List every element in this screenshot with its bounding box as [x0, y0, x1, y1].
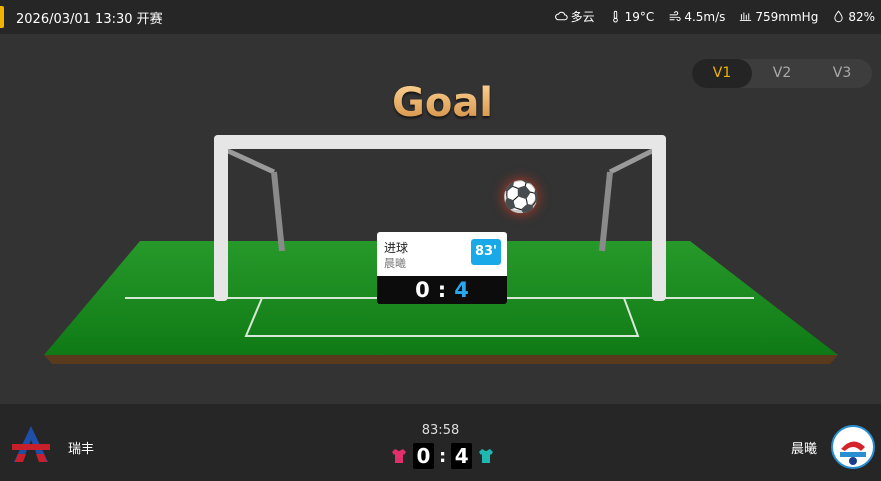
version-v3-button[interactable]: V3	[812, 59, 872, 88]
home-team-name: 瑞丰	[68, 442, 95, 457]
goal-title: Goal	[392, 80, 494, 126]
right-back-post	[599, 171, 613, 252]
score-separator: :	[439, 445, 447, 467]
left-back-post	[271, 171, 285, 252]
crossbar	[214, 135, 666, 149]
pitch-edge	[44, 355, 838, 364]
away-team-logo	[831, 425, 875, 469]
event-score-separator: :	[437, 278, 447, 302]
event-team: 晨曦	[384, 257, 406, 270]
right-back-stay	[608, 147, 656, 175]
event-away-score: 4	[454, 278, 469, 302]
home-score: 0	[413, 443, 434, 469]
soccer-ball-icon: ⚽	[502, 180, 540, 215]
away-jersey-icon	[477, 447, 495, 465]
home-jersey-icon	[390, 447, 408, 465]
version-switch: V1 V2 V3	[692, 59, 872, 88]
event-score: 0 : 4	[377, 276, 507, 304]
event-card-header: 进球 晨曦 83'	[377, 232, 507, 276]
goal-event-card: 进球 晨曦 83' 0 : 4	[377, 232, 507, 304]
match-clock: 83:58	[421, 423, 460, 438]
away-team-name: 晨曦	[790, 442, 817, 457]
event-label: 进球	[384, 241, 409, 255]
version-v2-button[interactable]: V2	[752, 59, 812, 88]
left-post	[214, 135, 228, 301]
version-v1-button[interactable]: V1	[692, 59, 752, 88]
event-home-score: 0	[415, 278, 430, 302]
away-score: 4	[451, 443, 473, 469]
scoreboard: 0 : 4	[390, 443, 495, 469]
event-minute-badge: 83'	[471, 239, 501, 265]
right-post	[652, 135, 666, 301]
left-back-stay	[224, 147, 276, 175]
